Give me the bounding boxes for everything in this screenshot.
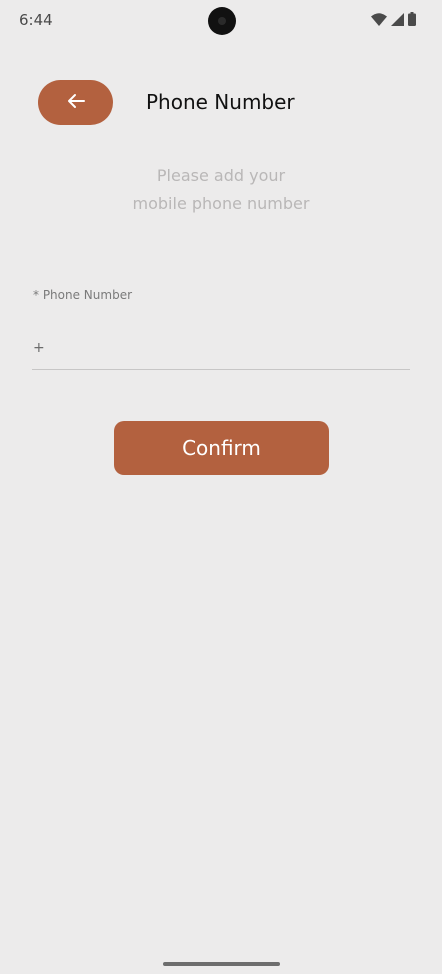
battery-icon [408, 11, 416, 30]
signal-icon [391, 11, 404, 30]
intro-text: Please add your mobile phone number [100, 162, 342, 218]
confirm-button[interactable]: Confirm [114, 421, 329, 475]
page-title: Phone Number [146, 90, 295, 114]
status-time: 6:44 [19, 11, 53, 29]
intro-line-1: Please add your [156, 166, 286, 185]
phone-number-label: * Phone Number [33, 288, 133, 302]
status-icons [371, 11, 416, 30]
home-indicator[interactable] [163, 962, 280, 966]
front-camera [208, 7, 236, 35]
phone-number-field[interactable]: + [32, 326, 410, 370]
intro-line-2: mobile phone number [132, 194, 310, 213]
phone-prefix: + [33, 339, 45, 356]
phone-number-input[interactable] [44, 338, 410, 357]
arrow-left-icon [67, 93, 85, 113]
status-bar: 6:44 [0, 0, 442, 40]
wifi-icon [371, 11, 387, 30]
back-button[interactable] [38, 80, 113, 125]
